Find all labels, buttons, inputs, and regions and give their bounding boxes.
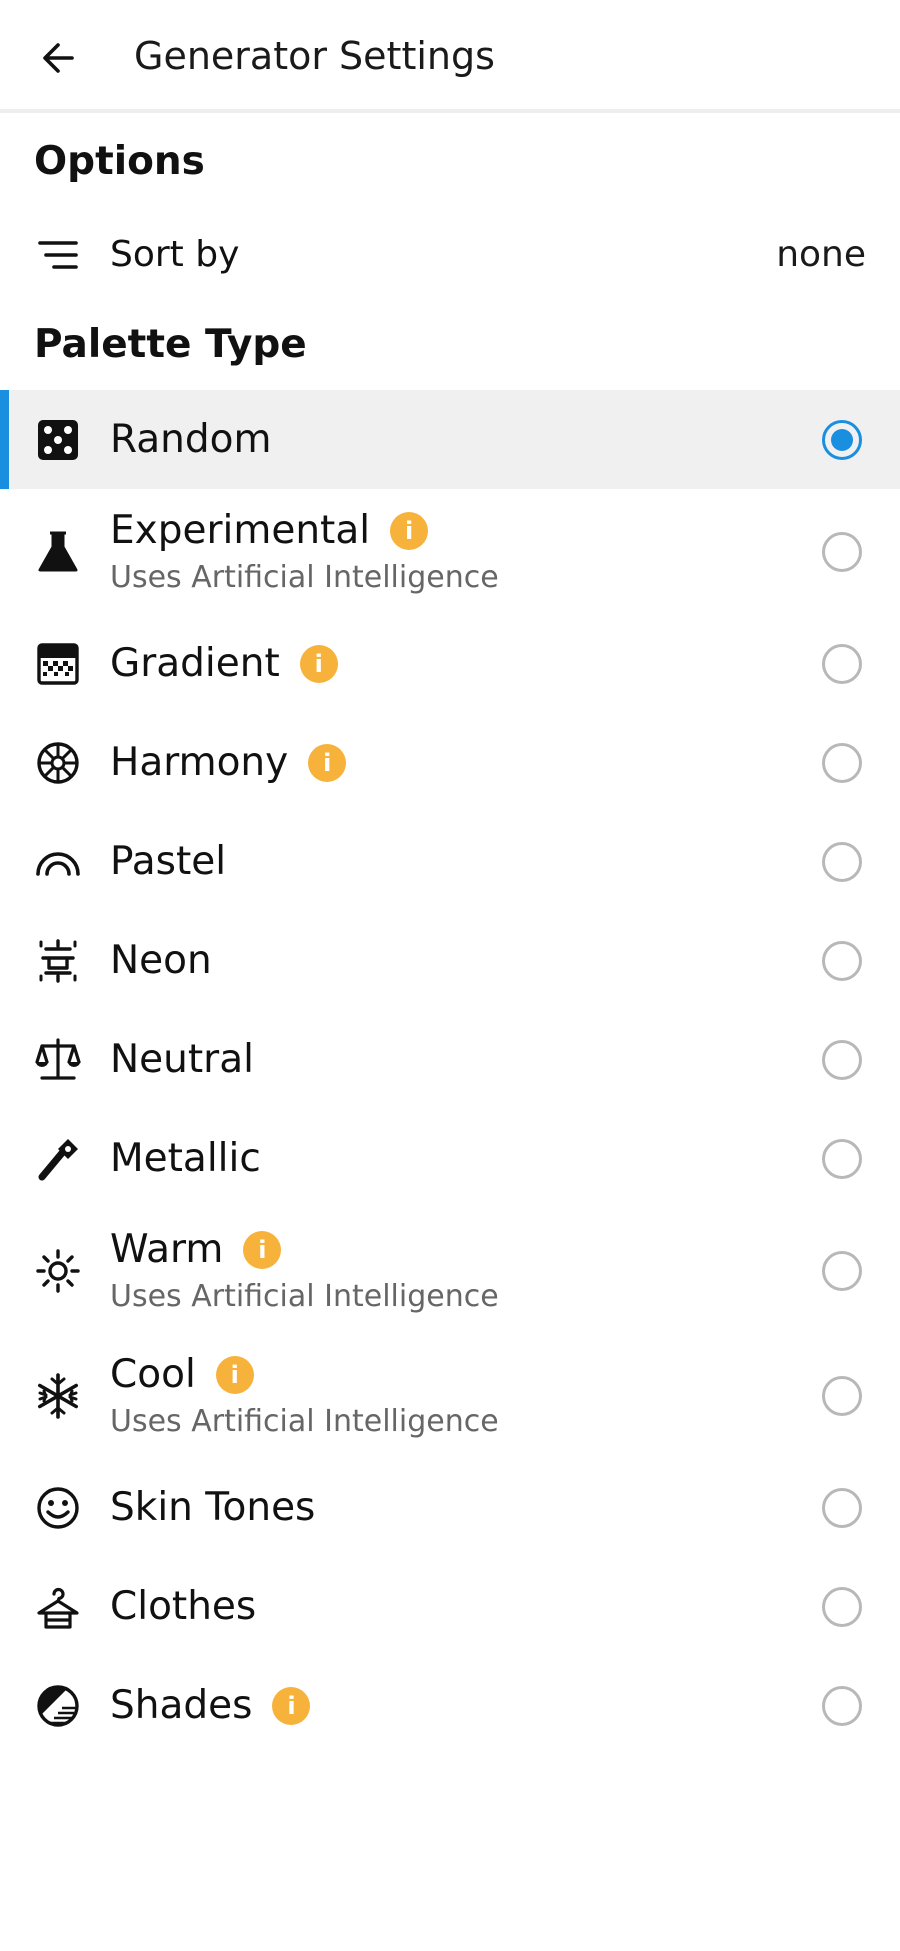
palette-option-text: Metallic (110, 1134, 261, 1184)
info-icon[interactable]: i (215, 1355, 254, 1394)
palette-option-text: Neon (110, 936, 212, 986)
palette-option-cool[interactable]: Cool i Uses Artificial Intelligence (0, 1333, 900, 1458)
palette-option-harmony[interactable]: Harmony i (0, 713, 900, 812)
neon-sign-icon (34, 937, 82, 985)
arrow-left-icon (43, 43, 74, 73)
palette-option-label: Pastel (110, 838, 227, 884)
radio-button[interactable] (822, 643, 862, 684)
sort-by-value: none (776, 234, 866, 275)
radio-button-selected[interactable] (822, 419, 862, 460)
palette-option-warm[interactable]: Warm i Uses Artificial Intelligence (0, 1208, 900, 1333)
palette-option-text: Cool i Uses Artificial Intelligence (110, 1350, 499, 1442)
palette-option-label: Gradient (110, 640, 280, 686)
palette-option-label-row: Metallic (110, 1134, 261, 1184)
palette-type-section-title: Palette Type (34, 322, 307, 367)
snowflake-icon (34, 1372, 82, 1420)
palette-option-label: Skin Tones (110, 1484, 316, 1530)
palette-option-gradient[interactable]: Gradient i (0, 614, 900, 713)
palette-option-text: Shades i (110, 1681, 311, 1731)
palette-option-neon[interactable]: Neon (0, 911, 900, 1010)
palette-option-shades[interactable]: Shades i (0, 1656, 900, 1755)
radio-button[interactable] (822, 1487, 862, 1528)
palette-option-label-row: Clothes (110, 1582, 256, 1632)
palette-option-label: Neon (110, 937, 212, 983)
info-icon[interactable]: i (308, 743, 347, 782)
palette-option-label: Neutral (110, 1036, 254, 1082)
scale-icon (34, 1036, 82, 1084)
info-icon[interactable]: i (272, 1686, 311, 1725)
palette-option-text: Neutral (110, 1035, 254, 1085)
palette-option-neutral[interactable]: Neutral (0, 1010, 900, 1109)
palette-option-label-row: Neutral (110, 1035, 254, 1085)
palette-option-label-row: Warm i (110, 1225, 499, 1275)
palette-option-text: Warm i Uses Artificial Intelligence (110, 1225, 499, 1317)
palette-option-label: Warm (110, 1226, 224, 1272)
options-section-title: Options (34, 139, 205, 184)
radio-button[interactable] (822, 1586, 862, 1627)
palette-type-list: Random Experimental i Uses Artificial Intel… (0, 390, 900, 1755)
palette-option-label: Shades (110, 1682, 253, 1728)
flask-icon (34, 528, 82, 576)
radio-button[interactable] (822, 1250, 862, 1291)
palette-option-text: Random (110, 415, 271, 465)
info-icon[interactable]: i (390, 511, 429, 550)
palette-option-experimental[interactable]: Experimental i Uses Artificial Intelligenc… (0, 489, 900, 614)
palette-option-subtitle: Uses Artificial Intelligence (110, 1278, 499, 1314)
palette-option-text: Pastel (110, 837, 226, 887)
sun-icon (34, 1247, 82, 1295)
palette-option-label: Harmony (110, 739, 289, 785)
wrench-icon (34, 1135, 82, 1183)
rainbow-icon (34, 838, 82, 886)
radio-button[interactable] (822, 742, 862, 783)
back-button[interactable] (28, 28, 88, 88)
palette-option-subtitle: Uses Artificial Intelligence (110, 1403, 499, 1439)
palette-option-label: Random (110, 416, 272, 462)
palette-option-label-row: Neon (110, 936, 212, 986)
palette-option-text: Harmony i (110, 738, 347, 788)
palette-option-label-row: Random (110, 415, 271, 465)
palette-option-random[interactable]: Random (0, 390, 900, 489)
radio-button[interactable] (822, 1039, 862, 1080)
palette-option-text: Clothes (110, 1582, 256, 1632)
palette-option-pastel[interactable]: Pastel (0, 812, 900, 911)
dice-icon (34, 416, 82, 464)
radio-button[interactable] (822, 841, 862, 882)
palette-option-label-row: Pastel (110, 837, 226, 887)
radio-button[interactable] (822, 940, 862, 981)
shades-circle-icon (34, 1682, 82, 1730)
info-icon[interactable]: i (243, 1230, 282, 1269)
palette-option-label-row: Gradient i (110, 639, 338, 689)
sort-by-label: Sort by (110, 234, 240, 275)
palette-option-skin-tones[interactable]: Skin Tones (0, 1458, 900, 1557)
palette-option-text: Skin Tones (110, 1483, 315, 1533)
radio-button[interactable] (822, 1375, 862, 1416)
page-title: Generator Settings (134, 34, 495, 78)
smiley-icon (34, 1484, 82, 1532)
gradient-icon (34, 640, 82, 688)
radio-button[interactable] (822, 1685, 862, 1726)
palette-option-label: Metallic (110, 1135, 261, 1181)
app-bar: Generator Settings (0, 0, 900, 113)
palette-option-label-row: Shades i (110, 1681, 311, 1731)
palette-option-label: Clothes (110, 1583, 257, 1629)
hanger-icon (34, 1583, 82, 1631)
palette-option-text: Experimental i Uses Artificial Intelligenc… (110, 506, 499, 598)
palette-option-label-row: Skin Tones (110, 1483, 315, 1533)
palette-option-label-row: Harmony i (110, 738, 347, 788)
palette-option-metallic[interactable]: Metallic (0, 1109, 900, 1208)
radio-button[interactable] (822, 1138, 862, 1179)
palette-option-text: Gradient i (110, 639, 338, 689)
palette-option-label: Cool (110, 1351, 196, 1397)
palette-option-label-row: Experimental i (110, 506, 499, 556)
sort-by-row[interactable]: Sort by none (0, 214, 900, 296)
sort-lines-icon (38, 241, 78, 269)
palette-option-clothes[interactable]: Clothes (0, 1557, 900, 1656)
info-icon[interactable]: i (299, 644, 338, 683)
palette-option-label-row: Cool i (110, 1350, 499, 1400)
color-wheel-icon (34, 739, 82, 787)
radio-button[interactable] (822, 531, 862, 572)
palette-option-label: Experimental (110, 507, 371, 553)
palette-option-subtitle: Uses Artificial Intelligence (110, 559, 499, 595)
